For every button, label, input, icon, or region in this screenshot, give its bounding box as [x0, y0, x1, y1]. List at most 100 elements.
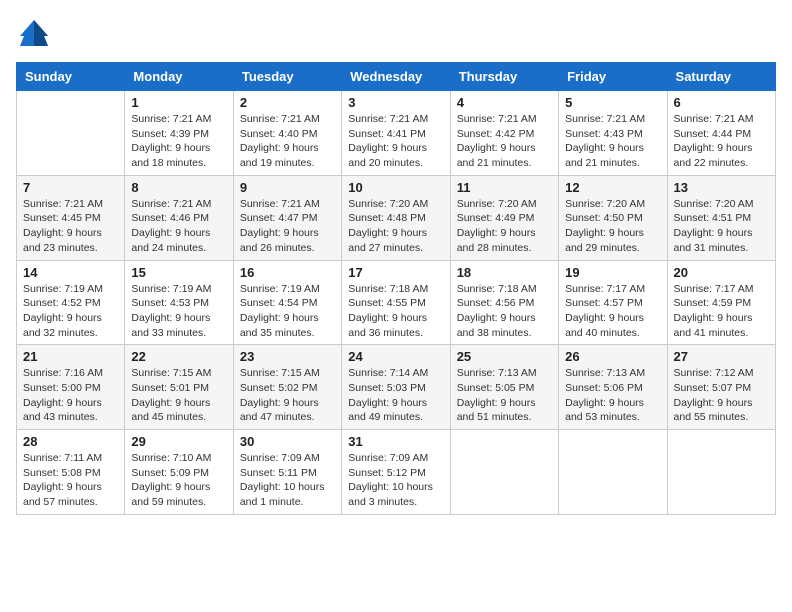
day-info: Sunrise: 7:20 AM Sunset: 4:50 PM Dayligh… [565, 197, 660, 256]
weekday-header-tuesday: Tuesday [233, 63, 341, 91]
day-number: 2 [240, 95, 335, 110]
day-number: 31 [348, 434, 443, 449]
day-number: 5 [565, 95, 660, 110]
calendar-day-cell: 28 Sunrise: 7:11 AM Sunset: 5:08 PM Dayli… [17, 430, 125, 515]
calendar-day-cell: 30Sunrise: 7:09 AM Sunset: 5:11 PM Dayli… [233, 430, 341, 515]
day-number: 6 [674, 95, 769, 110]
day-info: Sunrise: 7:17 AM Sunset: 4:57 PM Dayligh… [565, 282, 660, 341]
calendar-day-cell: 12 Sunrise: 7:20 AM Sunset: 4:50 PM Dayli… [559, 175, 667, 260]
day-number: 28 [23, 434, 118, 449]
day-number: 13 [674, 180, 769, 195]
calendar-week-row: 1 Sunrise: 7:21 AM Sunset: 4:39 PM Daylig… [17, 91, 776, 176]
day-number: 17 [348, 265, 443, 280]
day-number: 19 [565, 265, 660, 280]
day-number: 23 [240, 349, 335, 364]
calendar-day-cell: 6 Sunrise: 7:21 AM Sunset: 4:44 PM Daylig… [667, 91, 775, 176]
calendar-day-cell: 24 Sunrise: 7:14 AM Sunset: 5:03 PM Dayli… [342, 345, 450, 430]
day-info: Sunrise: 7:21 AM Sunset: 4:47 PM Dayligh… [240, 197, 335, 256]
weekday-header-wednesday: Wednesday [342, 63, 450, 91]
weekday-header-row: SundayMondayTuesdayWednesdayThursdayFrid… [17, 63, 776, 91]
weekday-header-sunday: Sunday [17, 63, 125, 91]
logo [16, 16, 58, 52]
day-info: Sunrise: 7:11 AM Sunset: 5:08 PM Dayligh… [23, 451, 118, 510]
weekday-header-thursday: Thursday [450, 63, 558, 91]
day-number: 30 [240, 434, 335, 449]
calendar-day-cell: 8 Sunrise: 7:21 AM Sunset: 4:46 PM Daylig… [125, 175, 233, 260]
calendar-day-cell: 31 Sunrise: 7:09 AM Sunset: 5:12 PM Dayli… [342, 430, 450, 515]
day-info: Sunrise: 7:18 AM Sunset: 4:55 PM Dayligh… [348, 282, 443, 341]
day-info: Sunrise: 7:15 AM Sunset: 5:01 PM Dayligh… [131, 366, 226, 425]
calendar-day-cell: 4Sunrise: 7:21 AM Sunset: 4:42 PM Daylig… [450, 91, 558, 176]
calendar-day-cell: 3 Sunrise: 7:21 AM Sunset: 4:41 PM Daylig… [342, 91, 450, 176]
calendar-day-cell: 13 Sunrise: 7:20 AM Sunset: 4:51 PM Dayli… [667, 175, 775, 260]
calendar-day-cell: 18 Sunrise: 7:18 AM Sunset: 4:56 PM Dayli… [450, 260, 558, 345]
weekday-header-saturday: Saturday [667, 63, 775, 91]
day-info: Sunrise: 7:15 AM Sunset: 5:02 PM Dayligh… [240, 366, 335, 425]
day-number: 18 [457, 265, 552, 280]
calendar-day-cell: 29 Sunrise: 7:10 AM Sunset: 5:09 PM Dayli… [125, 430, 233, 515]
calendar-day-cell: 9Sunrise: 7:21 AM Sunset: 4:47 PM Daylig… [233, 175, 341, 260]
day-info: Sunrise: 7:12 AM Sunset: 5:07 PM Dayligh… [674, 366, 769, 425]
day-number: 14 [23, 265, 118, 280]
day-info: Sunrise: 7:16 AM Sunset: 5:00 PM Dayligh… [23, 366, 118, 425]
calendar-day-cell: 17 Sunrise: 7:18 AM Sunset: 4:55 PM Dayli… [342, 260, 450, 345]
day-number: 26 [565, 349, 660, 364]
calendar-week-row: 28 Sunrise: 7:11 AM Sunset: 5:08 PM Dayli… [17, 430, 776, 515]
day-number: 12 [565, 180, 660, 195]
day-info: Sunrise: 7:09 AM Sunset: 5:12 PM Dayligh… [348, 451, 443, 510]
calendar-day-cell: 7 Sunrise: 7:21 AM Sunset: 4:45 PM Daylig… [17, 175, 125, 260]
day-info: Sunrise: 7:21 AM Sunset: 4:40 PM Dayligh… [240, 112, 335, 171]
day-info: Sunrise: 7:13 AM Sunset: 5:05 PM Dayligh… [457, 366, 552, 425]
day-info: Sunrise: 7:21 AM Sunset: 4:39 PM Dayligh… [131, 112, 226, 171]
day-number: 22 [131, 349, 226, 364]
day-number: 24 [348, 349, 443, 364]
calendar-day-cell [450, 430, 558, 515]
day-info: Sunrise: 7:10 AM Sunset: 5:09 PM Dayligh… [131, 451, 226, 510]
calendar-week-row: 21 Sunrise: 7:16 AM Sunset: 5:00 PM Dayli… [17, 345, 776, 430]
calendar-day-cell [17, 91, 125, 176]
calendar-week-row: 7 Sunrise: 7:21 AM Sunset: 4:45 PM Daylig… [17, 175, 776, 260]
calendar-day-cell: 1 Sunrise: 7:21 AM Sunset: 4:39 PM Daylig… [125, 91, 233, 176]
day-info: Sunrise: 7:21 AM Sunset: 4:46 PM Dayligh… [131, 197, 226, 256]
day-number: 10 [348, 180, 443, 195]
calendar-day-cell: 21 Sunrise: 7:16 AM Sunset: 5:00 PM Dayli… [17, 345, 125, 430]
day-info: Sunrise: 7:21 AM Sunset: 4:45 PM Dayligh… [23, 197, 118, 256]
calendar-day-cell: 20 Sunrise: 7:17 AM Sunset: 4:59 PM Dayli… [667, 260, 775, 345]
calendar-day-cell: 2 Sunrise: 7:21 AM Sunset: 4:40 PM Daylig… [233, 91, 341, 176]
calendar-day-cell: 23 Sunrise: 7:15 AM Sunset: 5:02 PM Dayli… [233, 345, 341, 430]
calendar-day-cell: 27 Sunrise: 7:12 AM Sunset: 5:07 PM Dayli… [667, 345, 775, 430]
day-info: Sunrise: 7:21 AM Sunset: 4:44 PM Dayligh… [674, 112, 769, 171]
calendar-day-cell: 10Sunrise: 7:20 AM Sunset: 4:48 PM Dayli… [342, 175, 450, 260]
page-header [16, 16, 776, 52]
day-number: 7 [23, 180, 118, 195]
calendar-day-cell: 14 Sunrise: 7:19 AM Sunset: 4:52 PM Dayli… [17, 260, 125, 345]
day-number: 16 [240, 265, 335, 280]
day-info: Sunrise: 7:21 AM Sunset: 4:41 PM Dayligh… [348, 112, 443, 171]
calendar-day-cell: 19 Sunrise: 7:17 AM Sunset: 4:57 PM Dayli… [559, 260, 667, 345]
weekday-header-friday: Friday [559, 63, 667, 91]
calendar-day-cell: 11Sunrise: 7:20 AM Sunset: 4:49 PM Dayli… [450, 175, 558, 260]
day-number: 29 [131, 434, 226, 449]
day-number: 15 [131, 265, 226, 280]
weekday-header-monday: Monday [125, 63, 233, 91]
day-number: 3 [348, 95, 443, 110]
day-info: Sunrise: 7:14 AM Sunset: 5:03 PM Dayligh… [348, 366, 443, 425]
day-number: 27 [674, 349, 769, 364]
day-number: 8 [131, 180, 226, 195]
calendar-day-cell: 25 Sunrise: 7:13 AM Sunset: 5:05 PM Dayli… [450, 345, 558, 430]
calendar-day-cell: 16Sunrise: 7:19 AM Sunset: 4:54 PM Dayli… [233, 260, 341, 345]
day-info: Sunrise: 7:21 AM Sunset: 4:42 PM Dayligh… [457, 112, 552, 171]
day-info: Sunrise: 7:20 AM Sunset: 4:51 PM Dayligh… [674, 197, 769, 256]
calendar-day-cell: 26 Sunrise: 7:13 AM Sunset: 5:06 PM Dayli… [559, 345, 667, 430]
day-number: 20 [674, 265, 769, 280]
day-number: 21 [23, 349, 118, 364]
day-info: Sunrise: 7:13 AM Sunset: 5:06 PM Dayligh… [565, 366, 660, 425]
day-number: 25 [457, 349, 552, 364]
day-number: 11 [457, 180, 552, 195]
day-info: Sunrise: 7:18 AM Sunset: 4:56 PM Dayligh… [457, 282, 552, 341]
day-info: Sunrise: 7:17 AM Sunset: 4:59 PM Dayligh… [674, 282, 769, 341]
calendar-day-cell: 15Sunrise: 7:19 AM Sunset: 4:53 PM Dayli… [125, 260, 233, 345]
day-number: 1 [131, 95, 226, 110]
calendar-table: SundayMondayTuesdayWednesdayThursdayFrid… [16, 62, 776, 515]
day-info: Sunrise: 7:19 AM Sunset: 4:52 PM Dayligh… [23, 282, 118, 341]
